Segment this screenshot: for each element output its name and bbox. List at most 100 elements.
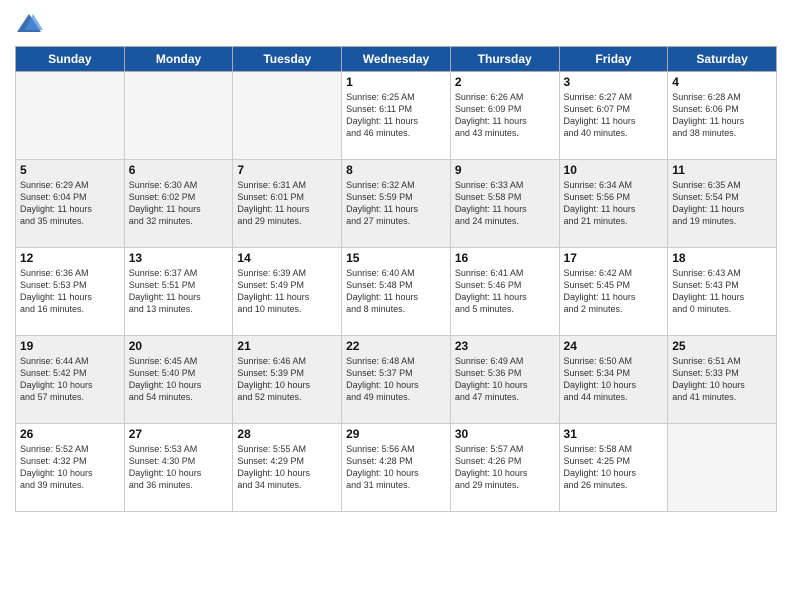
weekday-header-friday: Friday [559,47,668,72]
day-number: 12 [20,251,120,265]
day-number: 31 [564,427,664,441]
day-number: 9 [455,163,555,177]
day-info: Sunrise: 6:27 AM Sunset: 6:07 PM Dayligh… [564,91,664,140]
calendar-header: SundayMondayTuesdayWednesdayThursdayFrid… [16,47,777,72]
day-info: Sunrise: 6:46 AM Sunset: 5:39 PM Dayligh… [237,355,337,404]
calendar-cell: 17Sunrise: 6:42 AM Sunset: 5:45 PM Dayli… [559,248,668,336]
day-number: 14 [237,251,337,265]
calendar-cell: 6 Sunrise: 6:30 AM Sunset: 6:02 PM Daylig… [124,160,233,248]
day-info: Sunrise: 6:31 AM Sunset: 6:01 PM Dayligh… [237,179,337,228]
day-info: Sunrise: 6:41 AM Sunset: 5:46 PM Dayligh… [455,267,555,316]
calendar-week-2: 5 Sunrise: 6:29 AM Sunset: 6:04 PM Daylig… [16,160,777,248]
day-number: 11 [672,163,772,177]
day-number: 24 [564,339,664,353]
calendar-week-4: 19Sunrise: 6:44 AM Sunset: 5:42 PM Dayli… [16,336,777,424]
weekday-header-sunday: Sunday [16,47,125,72]
calendar-cell: 22Sunrise: 6:48 AM Sunset: 5:37 PM Dayli… [342,336,451,424]
calendar-cell: 4Sunrise: 6:28 AM Sunset: 6:06 PM Daylig… [668,72,777,160]
calendar-cell: 29 Sunrise: 5:56 AM Sunset: 4:28 PM Dayli… [342,424,451,512]
calendar-cell: 16Sunrise: 6:41 AM Sunset: 5:46 PM Dayli… [450,248,559,336]
day-info: Sunrise: 6:32 AM Sunset: 5:59 PM Dayligh… [346,179,446,228]
calendar-cell: 3 Sunrise: 6:27 AM Sunset: 6:07 PM Daylig… [559,72,668,160]
calendar-cell: 9 Sunrise: 6:33 AM Sunset: 5:58 PM Daylig… [450,160,559,248]
day-number: 20 [129,339,229,353]
day-info: Sunrise: 5:53 AM Sunset: 4:30 PM Dayligh… [129,443,229,492]
day-number: 18 [672,251,772,265]
day-info: Sunrise: 5:56 AM Sunset: 4:28 PM Dayligh… [346,443,446,492]
calendar-cell: 7 Sunrise: 6:31 AM Sunset: 6:01 PM Daylig… [233,160,342,248]
day-number: 3 [564,75,664,89]
calendar-cell: 24 Sunrise: 6:50 AM Sunset: 5:34 PM Dayli… [559,336,668,424]
day-info: Sunrise: 6:39 AM Sunset: 5:49 PM Dayligh… [237,267,337,316]
calendar-week-3: 12 Sunrise: 6:36 AM Sunset: 5:53 PM Dayli… [16,248,777,336]
calendar-cell: 11 Sunrise: 6:35 AM Sunset: 5:54 PM Dayli… [668,160,777,248]
calendar-cell [124,72,233,160]
day-info: Sunrise: 6:50 AM Sunset: 5:34 PM Dayligh… [564,355,664,404]
day-info: Sunrise: 6:26 AM Sunset: 6:09 PM Dayligh… [455,91,555,140]
day-number: 8 [346,163,446,177]
weekday-header-thursday: Thursday [450,47,559,72]
calendar-cell: 31 Sunrise: 5:58 AM Sunset: 4:25 PM Dayli… [559,424,668,512]
day-number: 4 [672,75,772,89]
day-info: Sunrise: 6:51 AM Sunset: 5:33 PM Dayligh… [672,355,772,404]
day-number: 15 [346,251,446,265]
day-number: 27 [129,427,229,441]
day-number: 22 [346,339,446,353]
day-info: Sunrise: 6:30 AM Sunset: 6:02 PM Dayligh… [129,179,229,228]
header [15,10,777,38]
calendar-cell: 5 Sunrise: 6:29 AM Sunset: 6:04 PM Daylig… [16,160,125,248]
day-info: Sunrise: 6:37 AM Sunset: 5:51 PM Dayligh… [129,267,229,316]
calendar-cell: 20 Sunrise: 6:45 AM Sunset: 5:40 PM Dayli… [124,336,233,424]
day-number: 13 [129,251,229,265]
day-number: 2 [455,75,555,89]
day-number: 19 [20,339,120,353]
calendar-cell: 13 Sunrise: 6:37 AM Sunset: 5:51 PM Dayli… [124,248,233,336]
day-info: Sunrise: 5:57 AM Sunset: 4:26 PM Dayligh… [455,443,555,492]
weekday-header-saturday: Saturday [668,47,777,72]
calendar-cell: 25Sunrise: 6:51 AM Sunset: 5:33 PM Dayli… [668,336,777,424]
day-info: Sunrise: 6:33 AM Sunset: 5:58 PM Dayligh… [455,179,555,228]
day-info: Sunrise: 6:29 AM Sunset: 6:04 PM Dayligh… [20,179,120,228]
calendar-cell: 12 Sunrise: 6:36 AM Sunset: 5:53 PM Dayli… [16,248,125,336]
calendar-cell: 19Sunrise: 6:44 AM Sunset: 5:42 PM Dayli… [16,336,125,424]
calendar-cell: 10Sunrise: 6:34 AM Sunset: 5:56 PM Dayli… [559,160,668,248]
day-number: 30 [455,427,555,441]
day-number: 17 [564,251,664,265]
calendar-cell: 30 Sunrise: 5:57 AM Sunset: 4:26 PM Dayli… [450,424,559,512]
day-info: Sunrise: 6:25 AM Sunset: 6:11 PM Dayligh… [346,91,446,140]
calendar-week-1: 1 Sunrise: 6:25 AM Sunset: 6:11 PM Daylig… [16,72,777,160]
calendar-cell: 27 Sunrise: 5:53 AM Sunset: 4:30 PM Dayli… [124,424,233,512]
day-number: 1 [346,75,446,89]
calendar-cell: 18 Sunrise: 6:43 AM Sunset: 5:43 PM Dayli… [668,248,777,336]
day-info: Sunrise: 6:35 AM Sunset: 5:54 PM Dayligh… [672,179,772,228]
calendar-cell: 15Sunrise: 6:40 AM Sunset: 5:48 PM Dayli… [342,248,451,336]
day-number: 26 [20,427,120,441]
day-number: 28 [237,427,337,441]
calendar-cell [668,424,777,512]
day-number: 23 [455,339,555,353]
calendar-cell: 1 Sunrise: 6:25 AM Sunset: 6:11 PM Daylig… [342,72,451,160]
calendar-cell: 21 Sunrise: 6:46 AM Sunset: 5:39 PM Dayli… [233,336,342,424]
calendar-cell [233,72,342,160]
day-info: Sunrise: 5:52 AM Sunset: 4:32 PM Dayligh… [20,443,120,492]
weekday-header-monday: Monday [124,47,233,72]
calendar-cell [16,72,125,160]
weekday-header-wednesday: Wednesday [342,47,451,72]
day-info: Sunrise: 6:45 AM Sunset: 5:40 PM Dayligh… [129,355,229,404]
calendar-cell: 8 Sunrise: 6:32 AM Sunset: 5:59 PM Daylig… [342,160,451,248]
day-number: 7 [237,163,337,177]
day-info: Sunrise: 6:43 AM Sunset: 5:43 PM Dayligh… [672,267,772,316]
calendar-body: 1 Sunrise: 6:25 AM Sunset: 6:11 PM Daylig… [16,72,777,512]
day-number: 29 [346,427,446,441]
day-number: 6 [129,163,229,177]
day-number: 5 [20,163,120,177]
day-info: Sunrise: 5:58 AM Sunset: 4:25 PM Dayligh… [564,443,664,492]
calendar-cell: 26 Sunrise: 5:52 AM Sunset: 4:32 PM Dayli… [16,424,125,512]
weekday-header-tuesday: Tuesday [233,47,342,72]
logo [15,10,47,38]
day-info: Sunrise: 5:55 AM Sunset: 4:29 PM Dayligh… [237,443,337,492]
day-number: 21 [237,339,337,353]
day-info: Sunrise: 6:34 AM Sunset: 5:56 PM Dayligh… [564,179,664,228]
logo-icon [15,10,43,38]
day-info: Sunrise: 6:36 AM Sunset: 5:53 PM Dayligh… [20,267,120,316]
